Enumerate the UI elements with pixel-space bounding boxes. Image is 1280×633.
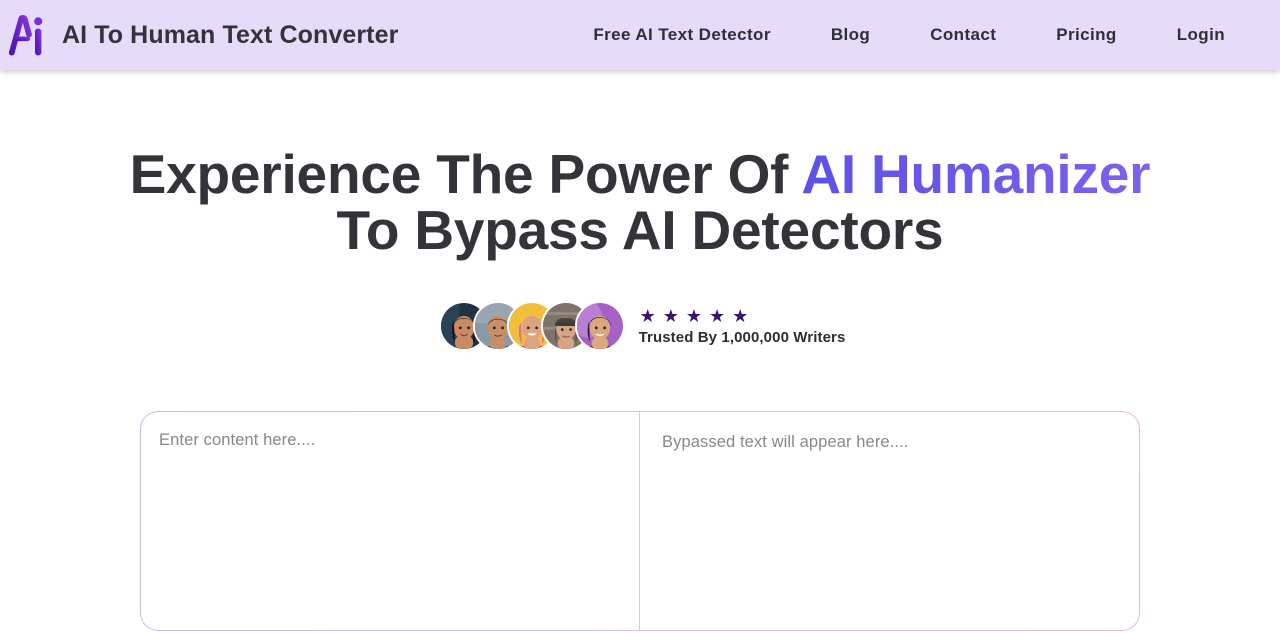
star-icon: ★ — [709, 305, 726, 326]
converter-panel: Enter content here.... Bypassed text wil… — [140, 411, 1140, 631]
output-pane[interactable]: Bypassed text will appear here.... — [640, 412, 1139, 630]
nav-contact[interactable]: Contact — [900, 19, 1026, 51]
trust-row: ★ ★ ★ ★ ★ Trusted By 1,000,000 Writers — [0, 301, 1280, 351]
trust-caption: Trusted By 1,000,000 Writers — [638, 328, 846, 346]
output-placeholder: Bypassed text will appear here.... — [662, 433, 909, 451]
brand-title: AI To Human Text Converter — [62, 20, 399, 49]
star-icon: ★ — [732, 305, 749, 326]
hero-section: Experience The Power Of AI Humanizer To … — [0, 70, 1280, 351]
ai-logo-icon — [6, 12, 48, 58]
avatar-stack — [435, 301, 625, 351]
star-icon: ★ — [685, 305, 703, 326]
hero-title-lead: Experience The Power Of — [129, 143, 802, 205]
hero-title-tail: To Bypass AI Detectors — [336, 199, 944, 261]
nav-login[interactable]: Login — [1147, 19, 1255, 51]
star-icon: ★ — [662, 305, 679, 326]
main-nav: Free AI Text Detector Blog Contact Prici… — [563, 19, 1255, 51]
brand[interactable]: AI To Human Text Converter — [6, 12, 398, 58]
nav-pricing[interactable]: Pricing — [1026, 19, 1146, 51]
hero-title-accent: AI Humanizer — [801, 143, 1151, 205]
star-icon: ★ — [639, 305, 656, 326]
input-pane[interactable]: Enter content here.... — [141, 412, 640, 630]
input-placeholder: Enter content here.... — [159, 431, 316, 449]
nav-blog[interactable]: Blog — [801, 19, 900, 51]
page-title: Experience The Power Of AI Humanizer To … — [95, 146, 1185, 258]
site-header: AI To Human Text Converter Free AI Text … — [0, 0, 1280, 70]
trust-text: ★ ★ ★ ★ ★ Trusted By 1,000,000 Writers — [639, 307, 846, 346]
converter-panel-inner: Enter content here.... Bypassed text wil… — [141, 412, 1139, 630]
star-rating: ★ ★ ★ ★ ★ — [640, 307, 846, 325]
nav-free-ai-text-detector[interactable]: Free AI Text Detector — [563, 19, 801, 51]
avatar-writer-5 — [574, 301, 625, 351]
